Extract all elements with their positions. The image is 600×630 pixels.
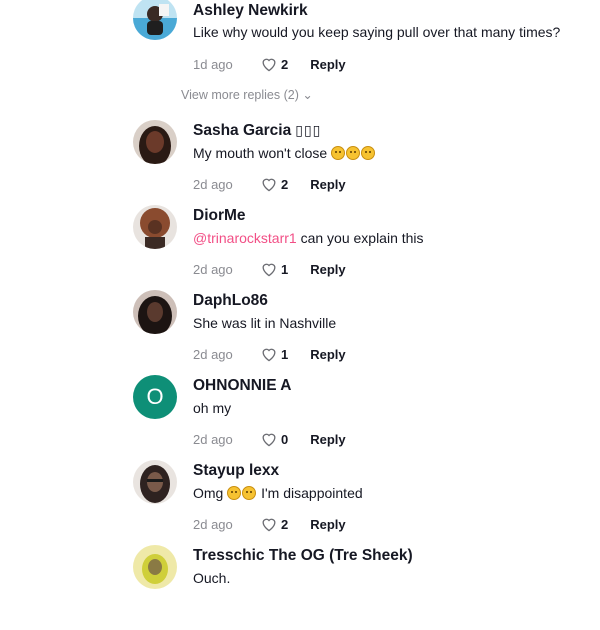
comment-username[interactable]: Tresschic The OG (Tre Sheek) bbox=[193, 547, 413, 565]
avatar[interactable] bbox=[133, 120, 177, 164]
comment-age: 2d ago bbox=[193, 516, 233, 532]
avatar-image bbox=[133, 290, 177, 334]
comment-item: DiorMe @trinarockstarr1 can you explain … bbox=[0, 205, 600, 290]
comment-username[interactable]: OHNONNIE A bbox=[193, 377, 291, 395]
comment-username[interactable]: DiorMe bbox=[193, 207, 246, 225]
avatar[interactable] bbox=[133, 0, 177, 40]
heart-icon bbox=[262, 348, 276, 362]
comment-text-body: My mouth won't close bbox=[193, 145, 328, 161]
like-button[interactable]: 0 bbox=[260, 431, 310, 447]
like-button[interactable]: 1 bbox=[260, 261, 310, 277]
comment-item: Sasha Garcia▯▯▯ My mouth won't close 😂😂😂… bbox=[0, 120, 600, 205]
comment-age: 2d ago bbox=[193, 431, 233, 447]
like-count: 2 bbox=[281, 176, 289, 192]
avatar[interactable] bbox=[133, 205, 177, 249]
comment-meta: 2d ago 1 Reply bbox=[193, 260, 346, 278]
avatar-image bbox=[133, 460, 177, 504]
comment-text: My mouth won't close 😂😂😂 bbox=[193, 145, 376, 161]
comment-username[interactable]: Ashley Newkirk bbox=[193, 2, 308, 20]
heart-icon bbox=[262, 433, 276, 447]
comment-text: She was lit in Nashville bbox=[193, 315, 337, 331]
weary-emoji-icon bbox=[227, 486, 242, 500]
comment-meta: 2d ago 0 Reply bbox=[193, 430, 346, 448]
comment-item: Ashley Newkirk Like why would you keep s… bbox=[0, 0, 600, 102]
heart-icon bbox=[262, 178, 276, 192]
comment-item: O OHNONNIE A oh my 2d ago 0 Reply bbox=[0, 375, 600, 460]
avatar[interactable] bbox=[133, 460, 177, 504]
comment-text-body: can you explain this bbox=[296, 230, 424, 246]
comment-age: 2d ago bbox=[193, 261, 233, 277]
like-count: 0 bbox=[281, 431, 289, 447]
like-button[interactable]: 2 bbox=[260, 56, 310, 72]
avatar-image bbox=[133, 0, 177, 40]
like-count: 1 bbox=[281, 261, 289, 277]
reply-button[interactable]: Reply bbox=[310, 347, 345, 362]
avatar[interactable] bbox=[133, 290, 177, 334]
reply-button[interactable]: Reply bbox=[310, 262, 345, 277]
heart-icon bbox=[262, 58, 276, 72]
avatar-image bbox=[133, 205, 177, 249]
comment-username[interactable]: Stayup lexx bbox=[193, 462, 279, 480]
comment-item: Tresschic The OG (Tre Sheek) Ouch. bbox=[0, 545, 600, 630]
comment-username[interactable]: Sasha Garcia ▯▯▯ bbox=[193, 122, 321, 140]
like-button[interactable]: 2 bbox=[260, 516, 310, 532]
avatar-image bbox=[133, 545, 177, 589]
comment-age: 1d ago bbox=[193, 56, 233, 72]
comment-username[interactable]: DaphLo86 bbox=[193, 292, 268, 310]
like-count: 2 bbox=[281, 516, 289, 532]
heart-icon bbox=[262, 518, 276, 532]
comment-text-after: I'm disappointed bbox=[257, 485, 363, 501]
comment-text-before: Omg bbox=[193, 485, 228, 501]
comment-age: 2d ago bbox=[193, 176, 233, 192]
comment-age: 2d ago bbox=[193, 346, 233, 362]
comment-text: @trinarockstarr1 can you explain this bbox=[193, 230, 424, 246]
laughing-emoji-icon bbox=[346, 146, 361, 160]
username-glyphs: ▯▯▯ bbox=[295, 122, 322, 138]
comment-text: Like why would you keep saying pull over… bbox=[193, 24, 561, 40]
comment-meta: 2d ago 2 Reply bbox=[193, 175, 346, 193]
comment-meta: 2d ago 2 Reply bbox=[193, 515, 346, 533]
reply-button[interactable]: Reply bbox=[310, 177, 345, 192]
like-count: 1 bbox=[281, 346, 289, 362]
view-more-replies[interactable]: View more replies (2) ⌄ bbox=[181, 87, 313, 102]
comment-meta: 2d ago 1 Reply bbox=[193, 345, 346, 363]
comment-username-text: Sasha Garcia bbox=[193, 122, 292, 139]
comment-text: oh my bbox=[193, 400, 232, 416]
like-count: 2 bbox=[281, 56, 289, 72]
comment-item: DaphLo86 She was lit in Nashville 2d ago… bbox=[0, 290, 600, 375]
avatar[interactable]: O bbox=[133, 375, 177, 419]
laughing-emoji-icon bbox=[331, 146, 346, 160]
comment-text: Omg 😩😩 I'm disappointed bbox=[193, 485, 363, 501]
comment-item: Stayup lexx Omg 😩😩 I'm disappointed 2d a… bbox=[0, 460, 600, 545]
reply-button[interactable]: Reply bbox=[310, 432, 345, 447]
comment-text: Ouch. bbox=[193, 570, 231, 586]
heart-icon bbox=[262, 263, 276, 277]
laughing-emoji-icon bbox=[361, 146, 376, 160]
comment-meta: 1d ago 2 Reply bbox=[193, 55, 346, 73]
weary-emoji-icon bbox=[242, 486, 257, 500]
reply-button[interactable]: Reply bbox=[310, 57, 345, 72]
like-button[interactable]: 1 bbox=[260, 346, 310, 362]
avatar-image bbox=[133, 120, 177, 164]
reply-button[interactable]: Reply bbox=[310, 517, 345, 532]
avatar[interactable] bbox=[133, 545, 177, 589]
like-button[interactable]: 2 bbox=[260, 176, 310, 192]
mention-link[interactable]: @trinarockstarr1 bbox=[193, 230, 297, 246]
